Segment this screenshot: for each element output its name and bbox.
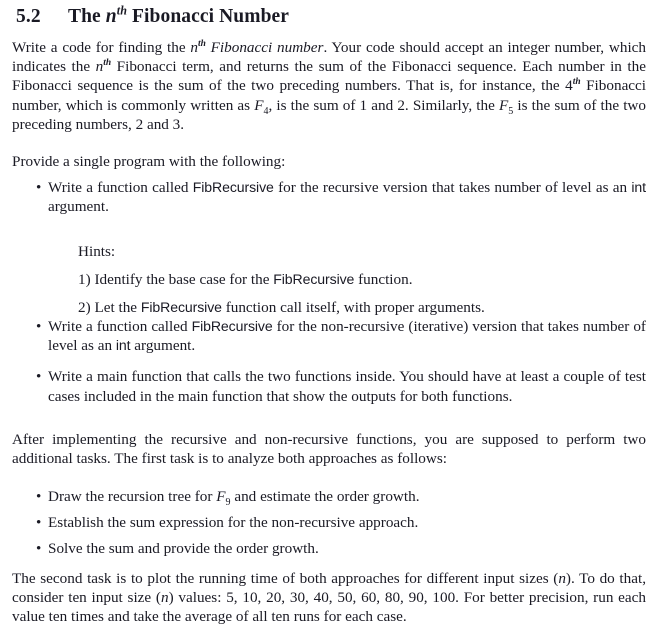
task-2-text: Establish the sum expression for the non… — [48, 514, 419, 532]
intro-ordinal-3: th — [572, 77, 581, 88]
task-3-text: Solve the sum and provide the order grow… — [48, 540, 319, 558]
list-item: • Establish the sum expression for the no… — [36, 513, 646, 532]
hint-1-seg-1: Identify the base case for the — [90, 271, 274, 289]
after-implementing-paragraph: After implementing the recursive and non… — [12, 431, 646, 468]
hint-1-seg-2: function. — [354, 271, 413, 289]
code-type-int: int — [631, 179, 646, 195]
task-1-seg-2: and estimate the order growth. — [230, 488, 420, 505]
bullet-list-program-requirements-part1: • Write a function called FibRecursive fo… — [36, 178, 646, 216]
task-1-seg-1: Draw the recursion tree for — [48, 488, 217, 505]
hint-2-seg-1: Let the — [90, 299, 141, 317]
bullet-icon: • — [36, 540, 42, 558]
bullet-icon: • — [36, 318, 42, 335]
code-identifier-fibrecursive: FibRecursive — [191, 318, 273, 334]
hints-block: Hints: 1) Identify the base case for the… — [78, 242, 638, 318]
list-item: • Write a function called FibRecursive fo… — [36, 178, 646, 216]
provide-program-line: Provide a single program with the follow… — [12, 153, 286, 170]
section-number: 5.2 — [16, 6, 41, 27]
intro-italic-phrase: Fibonacci number — [205, 39, 324, 56]
list-item: • Write a function called FibRecursive fo… — [36, 317, 646, 355]
bullet-list-program-requirements-part2: • Write a function called FibRecursive fo… — [36, 317, 646, 406]
intro-ordinal-2: th — [103, 58, 112, 69]
final-seg-1: The second task is to plot the running t… — [12, 570, 559, 587]
intro-seg-1: Write a code for finding the — [12, 39, 191, 56]
input-size-variable-n-1: n — [558, 570, 566, 587]
intro-ordinal-1: th — [197, 38, 206, 49]
intro-seg-5: , is the sum of 1 and 2. Similarly, the — [268, 96, 499, 114]
code-identifier-fibrecursive: FibRecursive — [140, 299, 222, 316]
bullet2-seg-1: Write a function called — [48, 318, 192, 335]
section-title-post: Fibonacci Number — [127, 6, 290, 27]
bullet-icon: • — [36, 514, 42, 532]
code-type-int: int — [115, 337, 131, 354]
section-title-pre: The — [68, 6, 106, 27]
intro-paragraph: Write a code for finding the nth Fibonac… — [12, 38, 646, 134]
input-size-variable-n-2: n — [160, 589, 169, 607]
document-page: 5.2 The nth Fibonacci Number Write a code… — [0, 0, 656, 642]
second-task-paragraph: The second task is to plot the running t… — [12, 569, 646, 627]
bullet2-seg-3: argument. — [130, 337, 196, 355]
hint-1-marker: 1) — [78, 271, 91, 289]
list-item: • Draw the recursion tree for F9 and esti… — [36, 487, 646, 508]
hint-2-marker: 2) — [78, 299, 91, 317]
fibonacci-symbol-f9: F — [216, 488, 226, 505]
bullet3-text: Write a main function that calls the two… — [48, 368, 646, 405]
intro-variable-n-1: n — [190, 39, 198, 56]
bullet-icon: • — [36, 488, 42, 505]
bullet-icon: • — [36, 368, 42, 386]
bullet1-seg-3: argument. — [48, 198, 109, 216]
bullet1-seg-1: Write a function called — [48, 179, 193, 196]
code-identifier-fibrecursive: FibRecursive — [273, 271, 355, 288]
hint-item-2: 2) Let the FibRecursive function call it… — [78, 298, 638, 317]
section-title-ordinal-suffix: th — [116, 3, 128, 18]
section-heading: 5.2 The nth Fibonacci Number — [16, 3, 636, 29]
hint-2-seg-2: function call itself, with proper argume… — [221, 299, 485, 317]
hints-label: Hints: — [78, 243, 116, 260]
bullet1-seg-2: for the recursive version that takes num… — [273, 179, 632, 196]
list-item: • Solve the sum and provide the order gro… — [36, 539, 646, 558]
fibonacci-symbol-f5: F — [498, 96, 509, 114]
section-title-variable-n: n — [105, 6, 117, 27]
bullet-icon: • — [36, 179, 42, 196]
bullet-list-analysis-tasks: • Draw the recursion tree for F9 and esti… — [36, 487, 646, 559]
list-item: • Write a main function that calls the tw… — [36, 367, 646, 405]
hint-item-1: 1) Identify the base case for the FibRec… — [78, 270, 638, 289]
code-identifier-fibrecursive: FibRecursive — [192, 179, 274, 195]
